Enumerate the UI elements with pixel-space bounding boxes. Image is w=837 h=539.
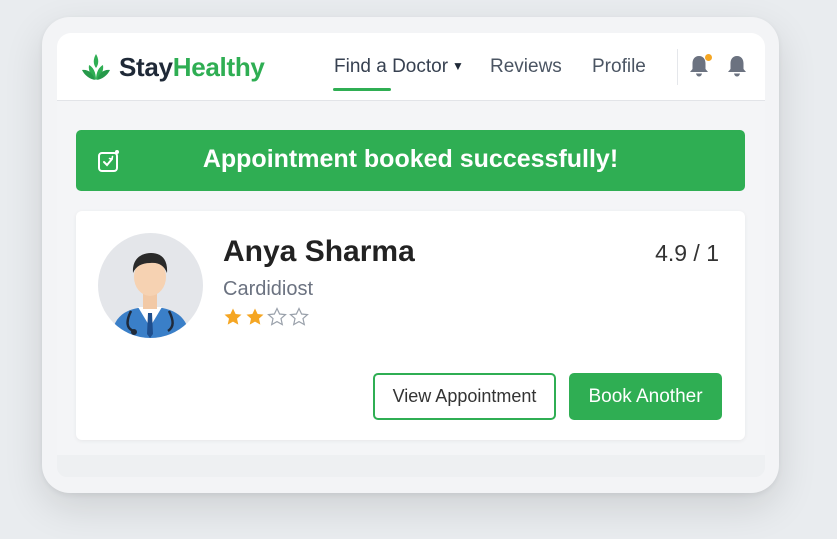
doctor-specialty: Cardidiost	[223, 278, 314, 300]
brand-name-part2: Healthy	[172, 51, 265, 82]
nav-reviews[interactable]: Reviews	[490, 56, 562, 78]
star-rating	[223, 307, 309, 327]
alerts-button[interactable]	[726, 54, 748, 78]
success-banner: Appointment booked successfully!	[76, 130, 745, 191]
app-screen: StayHealthy Find a Doctor ▼ Reviews Profi…	[57, 33, 765, 477]
notification-dot	[705, 54, 712, 61]
brand-name-part1: Stay	[119, 51, 173, 82]
brand-name: StayHealthy	[119, 52, 265, 83]
star-filled-icon	[224, 308, 242, 325]
success-message: Appointment booked successfully!	[202, 145, 619, 173]
doctor-card: Anya Sharma Cardidiost 4.9 / 1 View Appo…	[76, 211, 745, 440]
star-empty-icon	[289, 307, 309, 326]
nav-find-doctor-label: Find a Doctor	[334, 56, 449, 77]
bell-icon	[728, 56, 746, 77]
screen-footer	[57, 455, 765, 477]
doctor-name: Anya Sharma	[223, 235, 415, 268]
active-nav-indicator	[333, 88, 391, 91]
book-another-button[interactable]: Book Another	[569, 373, 722, 420]
top-navbar: StayHealthy Find a Doctor ▼ Reviews Profi…	[57, 33, 765, 101]
star-filled-icon	[246, 308, 264, 325]
doctor-rating: 4.9 / 1	[655, 240, 719, 266]
notifications-button[interactable]	[688, 54, 712, 78]
avatar	[98, 233, 203, 338]
chevron-down-icon: ▼	[452, 59, 464, 73]
brand-logo[interactable]: StayHealthy	[79, 50, 265, 84]
doctor-avatar-icon	[112, 253, 189, 338]
view-appointment-button[interactable]: View Appointment	[373, 373, 556, 420]
nav-divider	[677, 49, 678, 85]
nav-profile[interactable]: Profile	[592, 56, 646, 78]
star-empty-icon	[267, 307, 287, 326]
leaf-icon	[82, 54, 110, 80]
nav-find-doctor[interactable]: Find a Doctor ▼	[334, 56, 464, 78]
